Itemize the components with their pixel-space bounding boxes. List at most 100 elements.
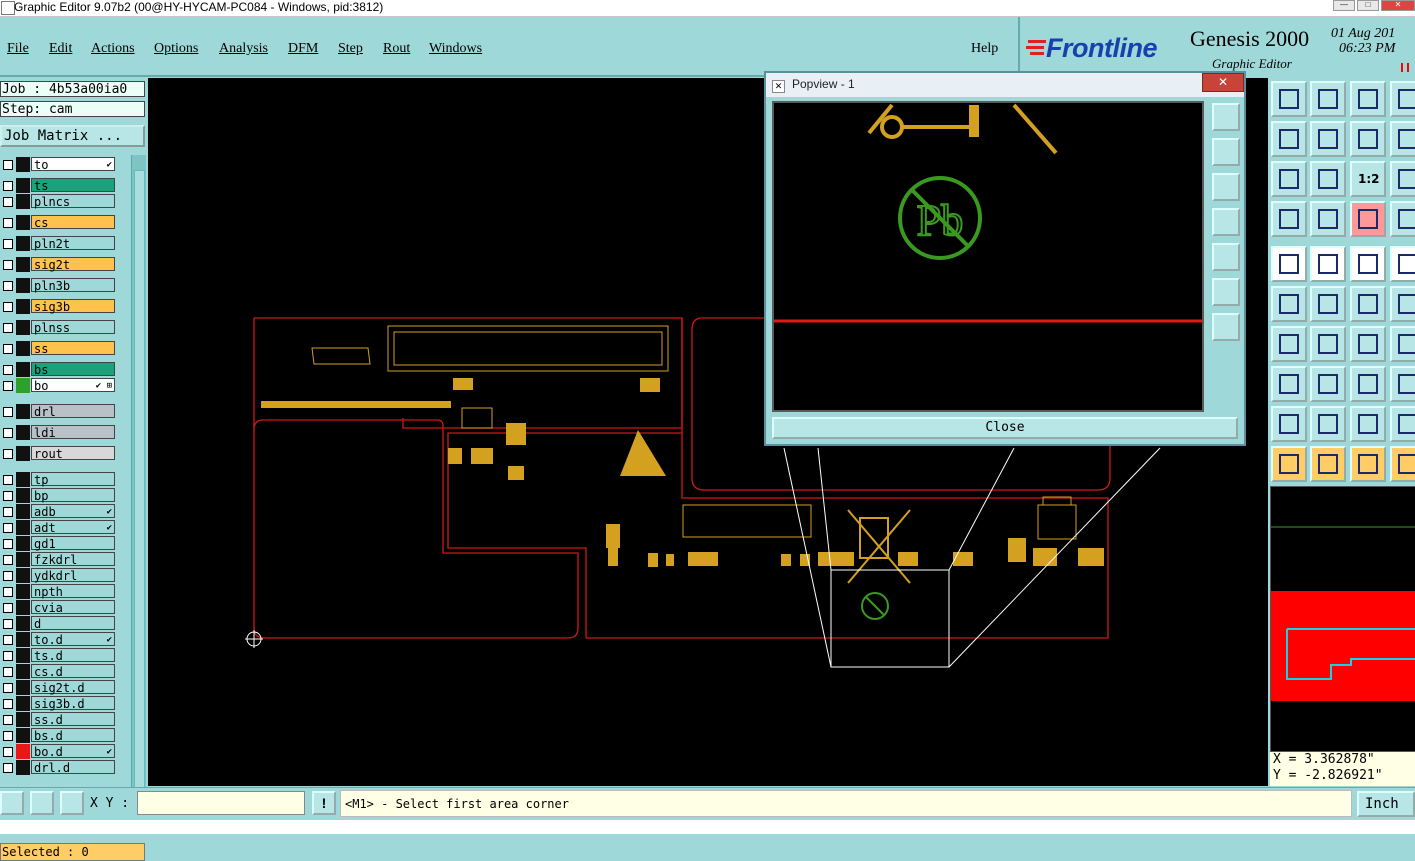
layer-name[interactable]: ss [31, 341, 115, 356]
measure-tool-button[interactable] [1350, 201, 1386, 237]
dot-tool-button[interactable] [1390, 246, 1415, 282]
tool-tool-button[interactable] [1390, 366, 1415, 402]
layer-name[interactable]: cs.d [31, 664, 115, 679]
scrollbar-thumb[interactable] [134, 170, 145, 812]
layer-color-swatch[interactable] [16, 680, 30, 695]
layer-name[interactable]: bo.d ✔ [31, 744, 115, 759]
xy-input[interactable] [137, 791, 305, 815]
popview-pan-down-button[interactable] [1212, 173, 1240, 201]
layer-color-swatch[interactable] [16, 648, 30, 663]
layer-color-swatch[interactable] [16, 632, 30, 647]
popview-zoom-home-button[interactable] [1212, 103, 1240, 131]
layer-row-tp[interactable]: tp [0, 472, 118, 487]
mirror-tool-button[interactable] [1390, 326, 1415, 362]
popview-zoom-in-button[interactable] [1212, 278, 1240, 306]
layer-row-drl-d[interactable]: drl.d [0, 760, 118, 775]
layer-row-bo[interactable]: bo ✔ ⊞ [0, 378, 118, 393]
popview-pan-up-button[interactable] [1212, 138, 1240, 166]
zoom-tool-button[interactable] [1310, 161, 1346, 197]
layer-name[interactable]: rout [31, 446, 115, 461]
layer-checkbox[interactable] [3, 160, 13, 170]
layer-row-bs[interactable]: bs [0, 362, 118, 377]
layer-row-sig2t-d[interactable]: sig2t.d [0, 680, 118, 695]
layer-name[interactable]: tp [31, 472, 115, 487]
layer-name[interactable]: sig2t [31, 257, 115, 272]
layer-color-swatch[interactable] [16, 362, 30, 377]
layer-color-swatch[interactable] [16, 472, 30, 487]
right-tool-button[interactable] [1310, 121, 1346, 157]
layer-checkbox[interactable] [3, 651, 13, 661]
layer-checkbox[interactable] [3, 683, 13, 693]
clip-tool-button[interactable] [1271, 366, 1307, 402]
layer-checkbox[interactable] [3, 281, 13, 291]
layer-color-swatch[interactable] [16, 552, 30, 567]
layer-color-swatch[interactable] [16, 616, 30, 631]
layer-checkbox[interactable] [3, 381, 13, 391]
corner-tool-button[interactable] [1310, 246, 1346, 282]
layer-name[interactable]: ts [31, 178, 115, 193]
undo-tool-button[interactable] [1350, 326, 1386, 362]
layer-row-sig3b-d[interactable]: sig3b.d [0, 696, 118, 711]
layer-name[interactable]: bs [31, 362, 115, 377]
layer-row-bp[interactable]: bp [0, 488, 118, 503]
layer-color-swatch[interactable] [16, 341, 30, 356]
popview-zoom-out-button[interactable] [1212, 313, 1240, 341]
layer-name[interactable]: to ✔ [31, 157, 115, 172]
move-tool-button[interactable] [1310, 286, 1346, 322]
popview-pan-left-button[interactable] [1212, 208, 1240, 236]
layer-color-swatch[interactable] [16, 215, 30, 230]
layer-color-swatch[interactable] [16, 236, 30, 251]
layer-scrollbar[interactable] [131, 155, 146, 830]
layer-checkbox[interactable] [3, 344, 13, 354]
layer-color-swatch[interactable] [16, 404, 30, 419]
maximize-button[interactable]: □ [1357, 0, 1379, 11]
layer-color-swatch[interactable] [16, 760, 30, 775]
arc-tool-button[interactable] [1350, 406, 1386, 442]
poly-tool-button[interactable] [1271, 406, 1307, 442]
layer-checkbox[interactable] [3, 407, 13, 417]
layer-checkbox[interactable] [3, 715, 13, 725]
line-tool-button[interactable] [1271, 326, 1307, 362]
layer-row-ts[interactable]: ts [0, 178, 118, 193]
overview-map[interactable] [1270, 486, 1415, 752]
job-matrix-button[interactable]: Job Matrix ... [0, 125, 145, 147]
layer-checkbox[interactable] [3, 507, 13, 517]
units-button[interactable]: Inch [1357, 791, 1415, 817]
trace-tool-button[interactable] [1390, 446, 1415, 482]
close-window-button[interactable]: ✕ [1381, 0, 1415, 11]
layer-color-swatch[interactable] [16, 488, 30, 503]
layer-name[interactable]: d [31, 616, 115, 631]
layer-color-swatch[interactable] [16, 299, 30, 314]
layer-checkbox[interactable] [3, 667, 13, 677]
layer-checkbox[interactable] [3, 302, 13, 312]
layer-row-plnss[interactable]: plnss [0, 320, 118, 335]
menu-windows[interactable]: Windows [429, 41, 482, 57]
layer-name[interactable]: gd1 [31, 536, 115, 551]
layer-name[interactable]: cs [31, 215, 115, 230]
layer-row-drl[interactable]: drl [0, 404, 118, 419]
fit-tool-button[interactable] [1271, 161, 1307, 197]
layer-checkbox[interactable] [3, 260, 13, 270]
layer-color-swatch[interactable] [16, 278, 30, 293]
layer-name[interactable]: adb ✔ [31, 504, 115, 519]
layer-row-gd1[interactable]: gd1 [0, 536, 118, 551]
layer-checkbox[interactable] [3, 218, 13, 228]
layer-name[interactable]: bs.d [31, 728, 115, 743]
layer-color-swatch[interactable] [16, 536, 30, 551]
edit-tool-button[interactable] [1350, 446, 1386, 482]
layer-color-swatch[interactable] [16, 520, 30, 535]
layer-checkbox[interactable] [3, 365, 13, 375]
layer-name[interactable]: pln2t [31, 236, 115, 251]
layer-checkbox[interactable] [3, 635, 13, 645]
menu-actions[interactable]: Actions [91, 41, 135, 57]
layer-row-to[interactable]: to ✔ [0, 157, 118, 172]
layer-checkbox[interactable] [3, 603, 13, 613]
layer-checkbox[interactable] [3, 181, 13, 191]
layer-checkbox[interactable] [3, 555, 13, 565]
snap-icon[interactable] [0, 791, 24, 815]
layer-checkbox[interactable] [3, 587, 13, 597]
layer-color-swatch[interactable] [16, 664, 30, 679]
layer-color-swatch[interactable] [16, 568, 30, 583]
rotate-tool-button[interactable] [1350, 286, 1386, 322]
layer-row-d[interactable]: d [0, 616, 118, 631]
